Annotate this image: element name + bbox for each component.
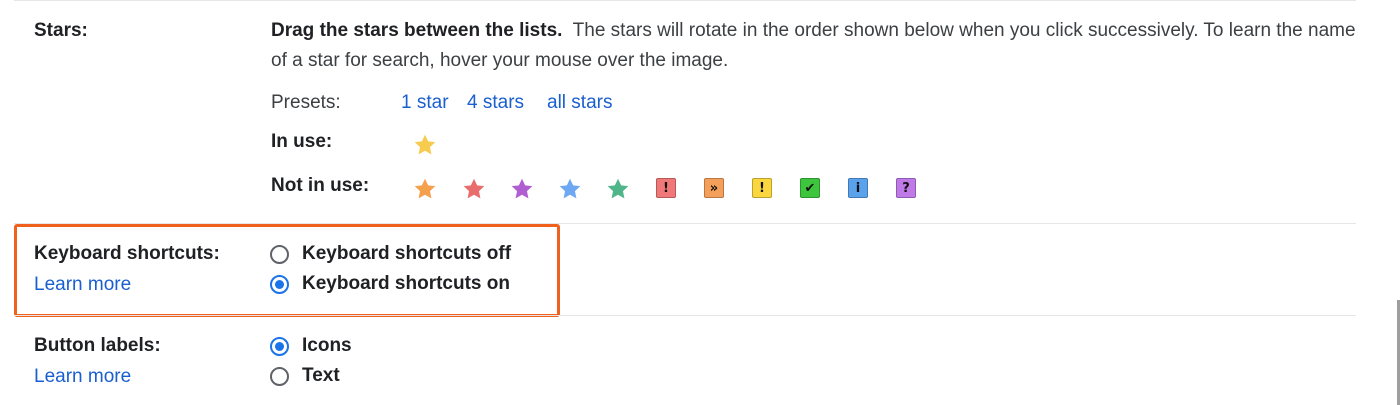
yellow-star-icon[interactable] [412, 132, 438, 158]
button-labels-text-option[interactable]: Text [270, 365, 340, 387]
button-labels-label: Button labels: [34, 335, 161, 356]
button-labels-text-radio[interactable] [270, 366, 289, 386]
button-labels-icons-option[interactable]: Icons [270, 335, 352, 357]
keyboard-learn-more-link[interactable]: Learn more [34, 274, 131, 296]
blue-info-icon[interactable]: i [848, 178, 868, 198]
preset-all-stars-link[interactable]: all stars [547, 92, 612, 114]
keyboard-shortcuts-highlight [14, 224, 560, 317]
yellow-bang-icon[interactable]: ! [752, 178, 772, 198]
stars-label: Stars: [34, 20, 88, 41]
orange-star-icon[interactable] [412, 176, 438, 202]
keyboard-shortcuts-label: Keyboard shortcuts: [34, 243, 220, 264]
divider [14, 315, 1356, 316]
green-check-icon[interactable]: ✔ [800, 178, 820, 198]
orange-guillemet-icon[interactable]: » [704, 178, 724, 198]
keyboard-shortcuts-on-radio[interactable] [270, 274, 289, 294]
keyboard-shortcuts-on-text: Keyboard shortcuts on [302, 273, 510, 294]
preset-4-stars-link[interactable]: 4 stars [467, 92, 524, 114]
stars-description: Drag the stars between the lists. The st… [271, 16, 1361, 76]
blue-star-icon[interactable] [557, 176, 583, 202]
stars-description-bold: Drag the stars between the lists. [271, 20, 563, 41]
keyboard-shortcuts-on-option[interactable]: Keyboard shortcuts on [270, 273, 510, 295]
button-labels-icons-radio[interactable] [270, 336, 289, 356]
not-in-use-label: Not in use: [271, 175, 370, 196]
button-labels-icons-text: Icons [302, 335, 352, 356]
preset-1-star-link[interactable]: 1 star [401, 92, 449, 114]
green-star-icon[interactable] [605, 176, 631, 202]
keyboard-shortcuts-off-option[interactable]: Keyboard shortcuts off [270, 243, 511, 265]
button-labels-learn-more-link[interactable]: Learn more [34, 366, 131, 388]
button-labels-text-text: Text [302, 365, 340, 386]
red-bang-icon[interactable]: ! [656, 178, 676, 198]
divider [14, 0, 1356, 1]
keyboard-shortcuts-off-radio[interactable] [270, 244, 289, 264]
keyboard-shortcuts-off-text: Keyboard shortcuts off [302, 243, 512, 264]
purple-question-icon[interactable]: ? [896, 178, 916, 198]
purple-star-icon[interactable] [509, 176, 535, 202]
in-use-label: In use: [271, 131, 333, 152]
presets-label: Presets: [271, 92, 341, 113]
red-star-icon[interactable] [461, 176, 487, 202]
